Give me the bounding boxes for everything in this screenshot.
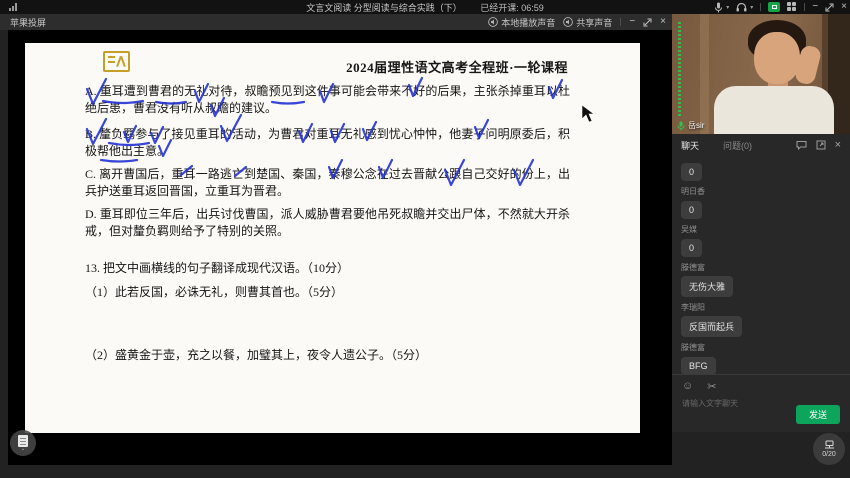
question-13: 13. 把文中画横线的句子翻译成现代汉语。（10分） [85, 260, 570, 277]
document-page: 2024届理性语文高考全程班·一轮课程 A. 重耳遭到曹君的无礼对待，叔瞻预见到… [25, 43, 640, 433]
share-titlebar: 苹果投屏 本地播放声音 共享声音 − × [0, 14, 672, 30]
exam-text: A. 重耳遭到曹君的无礼对待，叔瞻预见到这件事可能会带来不好的后果，主张杀掉重耳… [85, 83, 570, 364]
divider [804, 3, 805, 11]
chat-panel: 聊天 问题(0) × 0 明日香 0 吴媒 [672, 134, 850, 432]
document-icon [18, 435, 28, 447]
mic-active-icon [677, 121, 685, 131]
teacher-video-tile: 岳sir [672, 14, 850, 134]
question-13-1: （1）此若反国，必诛无礼，则曹其首也。（5分） [85, 284, 570, 301]
share-close-button[interactable]: × [660, 15, 666, 29]
chat-bubble-icon[interactable] [796, 140, 807, 150]
layout-grid-icon[interactable] [787, 2, 797, 12]
presenter-name: 岳sir [688, 120, 704, 131]
course-title: 2024届理性语文高考全程班·一轮课程 [346, 57, 568, 76]
page-caret-icon: ⌄ [21, 447, 25, 451]
chat-message: 滕德富 无伤大雅 [681, 262, 841, 297]
podium-icon [824, 440, 835, 450]
option-d: D. 重耳即位三年后，出兵讨伐曹国，派人威胁曹君要他吊死叔瞻并交出尸体，不然就大… [85, 206, 570, 240]
stage-counter-badge[interactable]: 0/20 [813, 433, 845, 465]
popout-panel-icon[interactable] [816, 140, 826, 150]
class-elapsed-time: 已经开课: 06:59 [480, 3, 544, 13]
mic-dropdown-caret[interactable]: ▾ [726, 4, 729, 11]
chat-username: 明日香 [681, 186, 841, 197]
chat-username: 李瑞阳 [681, 302, 841, 313]
option-c: C. 离开曹国后，重耳一路逃亡到楚国、秦国，秦穆公念在过去晋献公跟自己交好的份上… [85, 166, 570, 200]
divider [620, 18, 621, 26]
class-title: 文言文阅读 分型阅读与综合实践（下） [306, 3, 462, 13]
share-source-label: 苹果投屏 [10, 16, 46, 29]
chat-username: 滕德富 [681, 342, 841, 353]
share-audio-label: 共享声音 [576, 16, 612, 29]
chat-message: 滕德富 BFG [681, 342, 841, 374]
fullscreen-button[interactable] [825, 3, 834, 12]
share-minimize-button[interactable]: − [629, 15, 635, 29]
question-13-2: （2）盛黄金于壶，充之以餐，加璧其上，夜令人遗公子。（5分） [85, 347, 570, 364]
local-audio-label: 本地播放声音 [501, 16, 555, 29]
screen-share-area: 2024届理性语文高考全程班·一轮课程 A. 重耳遭到曹君的无礼对待，叔瞻预见到… [8, 30, 672, 465]
option-b: B. 釐负羁参与了接见重耳的活动，为曹君对重耳无礼感到忧心忡忡，他妻子问明原委后… [85, 126, 570, 160]
window-titlebar: 文言文阅读 分型阅读与综合实践（下） 已经开课: 06:59 ▾ ▾ − [0, 0, 850, 14]
divider [760, 3, 761, 11]
stage-count: 0/20 [822, 451, 836, 458]
presenter-name-label: 岳sir [677, 120, 704, 131]
chat-message: 明日香 0 [681, 186, 841, 219]
volume-meter [678, 22, 681, 116]
minimize-button[interactable]: − [812, 0, 818, 14]
brand-stamp-logo [103, 51, 130, 72]
tab-question[interactable]: 问题(0) [723, 139, 752, 152]
send-button[interactable]: 发送 [796, 405, 840, 424]
mouse-cursor [582, 105, 594, 122]
chat-header: 聊天 问题(0) × [672, 134, 850, 156]
chat-input-area: ☺ ✂ 发送 [672, 374, 850, 432]
microphone-icon[interactable] [714, 2, 723, 13]
chat-message: 吴媒 0 [681, 224, 841, 257]
chat-message: 李瑞阳 反国而起兵 [681, 302, 841, 337]
headphone-icon[interactable] [736, 2, 747, 12]
share-audio-toggle[interactable]: 共享声音 [563, 16, 612, 29]
close-button[interactable]: × [841, 0, 847, 14]
classin-window: 文言文阅读 分型阅读与综合实践（下） 已经开课: 06:59 ▾ ▾ − [0, 0, 850, 478]
local-audio-toggle[interactable]: 本地播放声音 [488, 16, 555, 29]
scissors-icon[interactable]: ✂ [707, 380, 716, 393]
speaker-icon [488, 17, 498, 27]
option-a: A. 重耳遭到曹君的无礼对待，叔瞻预见到这件事可能会带来不好的后果，主张杀掉重耳… [85, 83, 570, 117]
page-navigator-button[interactable]: ⌄ [10, 430, 36, 456]
chat-close-icon[interactable]: × [835, 139, 841, 151]
chat-message: 0 [681, 156, 841, 181]
chat-username: 吴媒 [681, 224, 841, 235]
emoji-icon[interactable]: ☺ [682, 380, 693, 393]
screen-share-active-icon[interactable] [768, 2, 780, 12]
share-fullscreen-button[interactable] [643, 18, 652, 27]
background-detail [700, 14, 709, 134]
chat-message-list[interactable]: 0 明日香 0 吴媒 0 滕德富 无伤大雅 李瑞阳 反国而起兵 滕德富 BFG [672, 156, 850, 374]
speaker-icon [563, 17, 573, 27]
tab-chat[interactable]: 聊天 [681, 139, 699, 152]
chat-username: 滕德富 [681, 262, 841, 273]
audio-dropdown-caret[interactable]: ▾ [750, 4, 753, 11]
